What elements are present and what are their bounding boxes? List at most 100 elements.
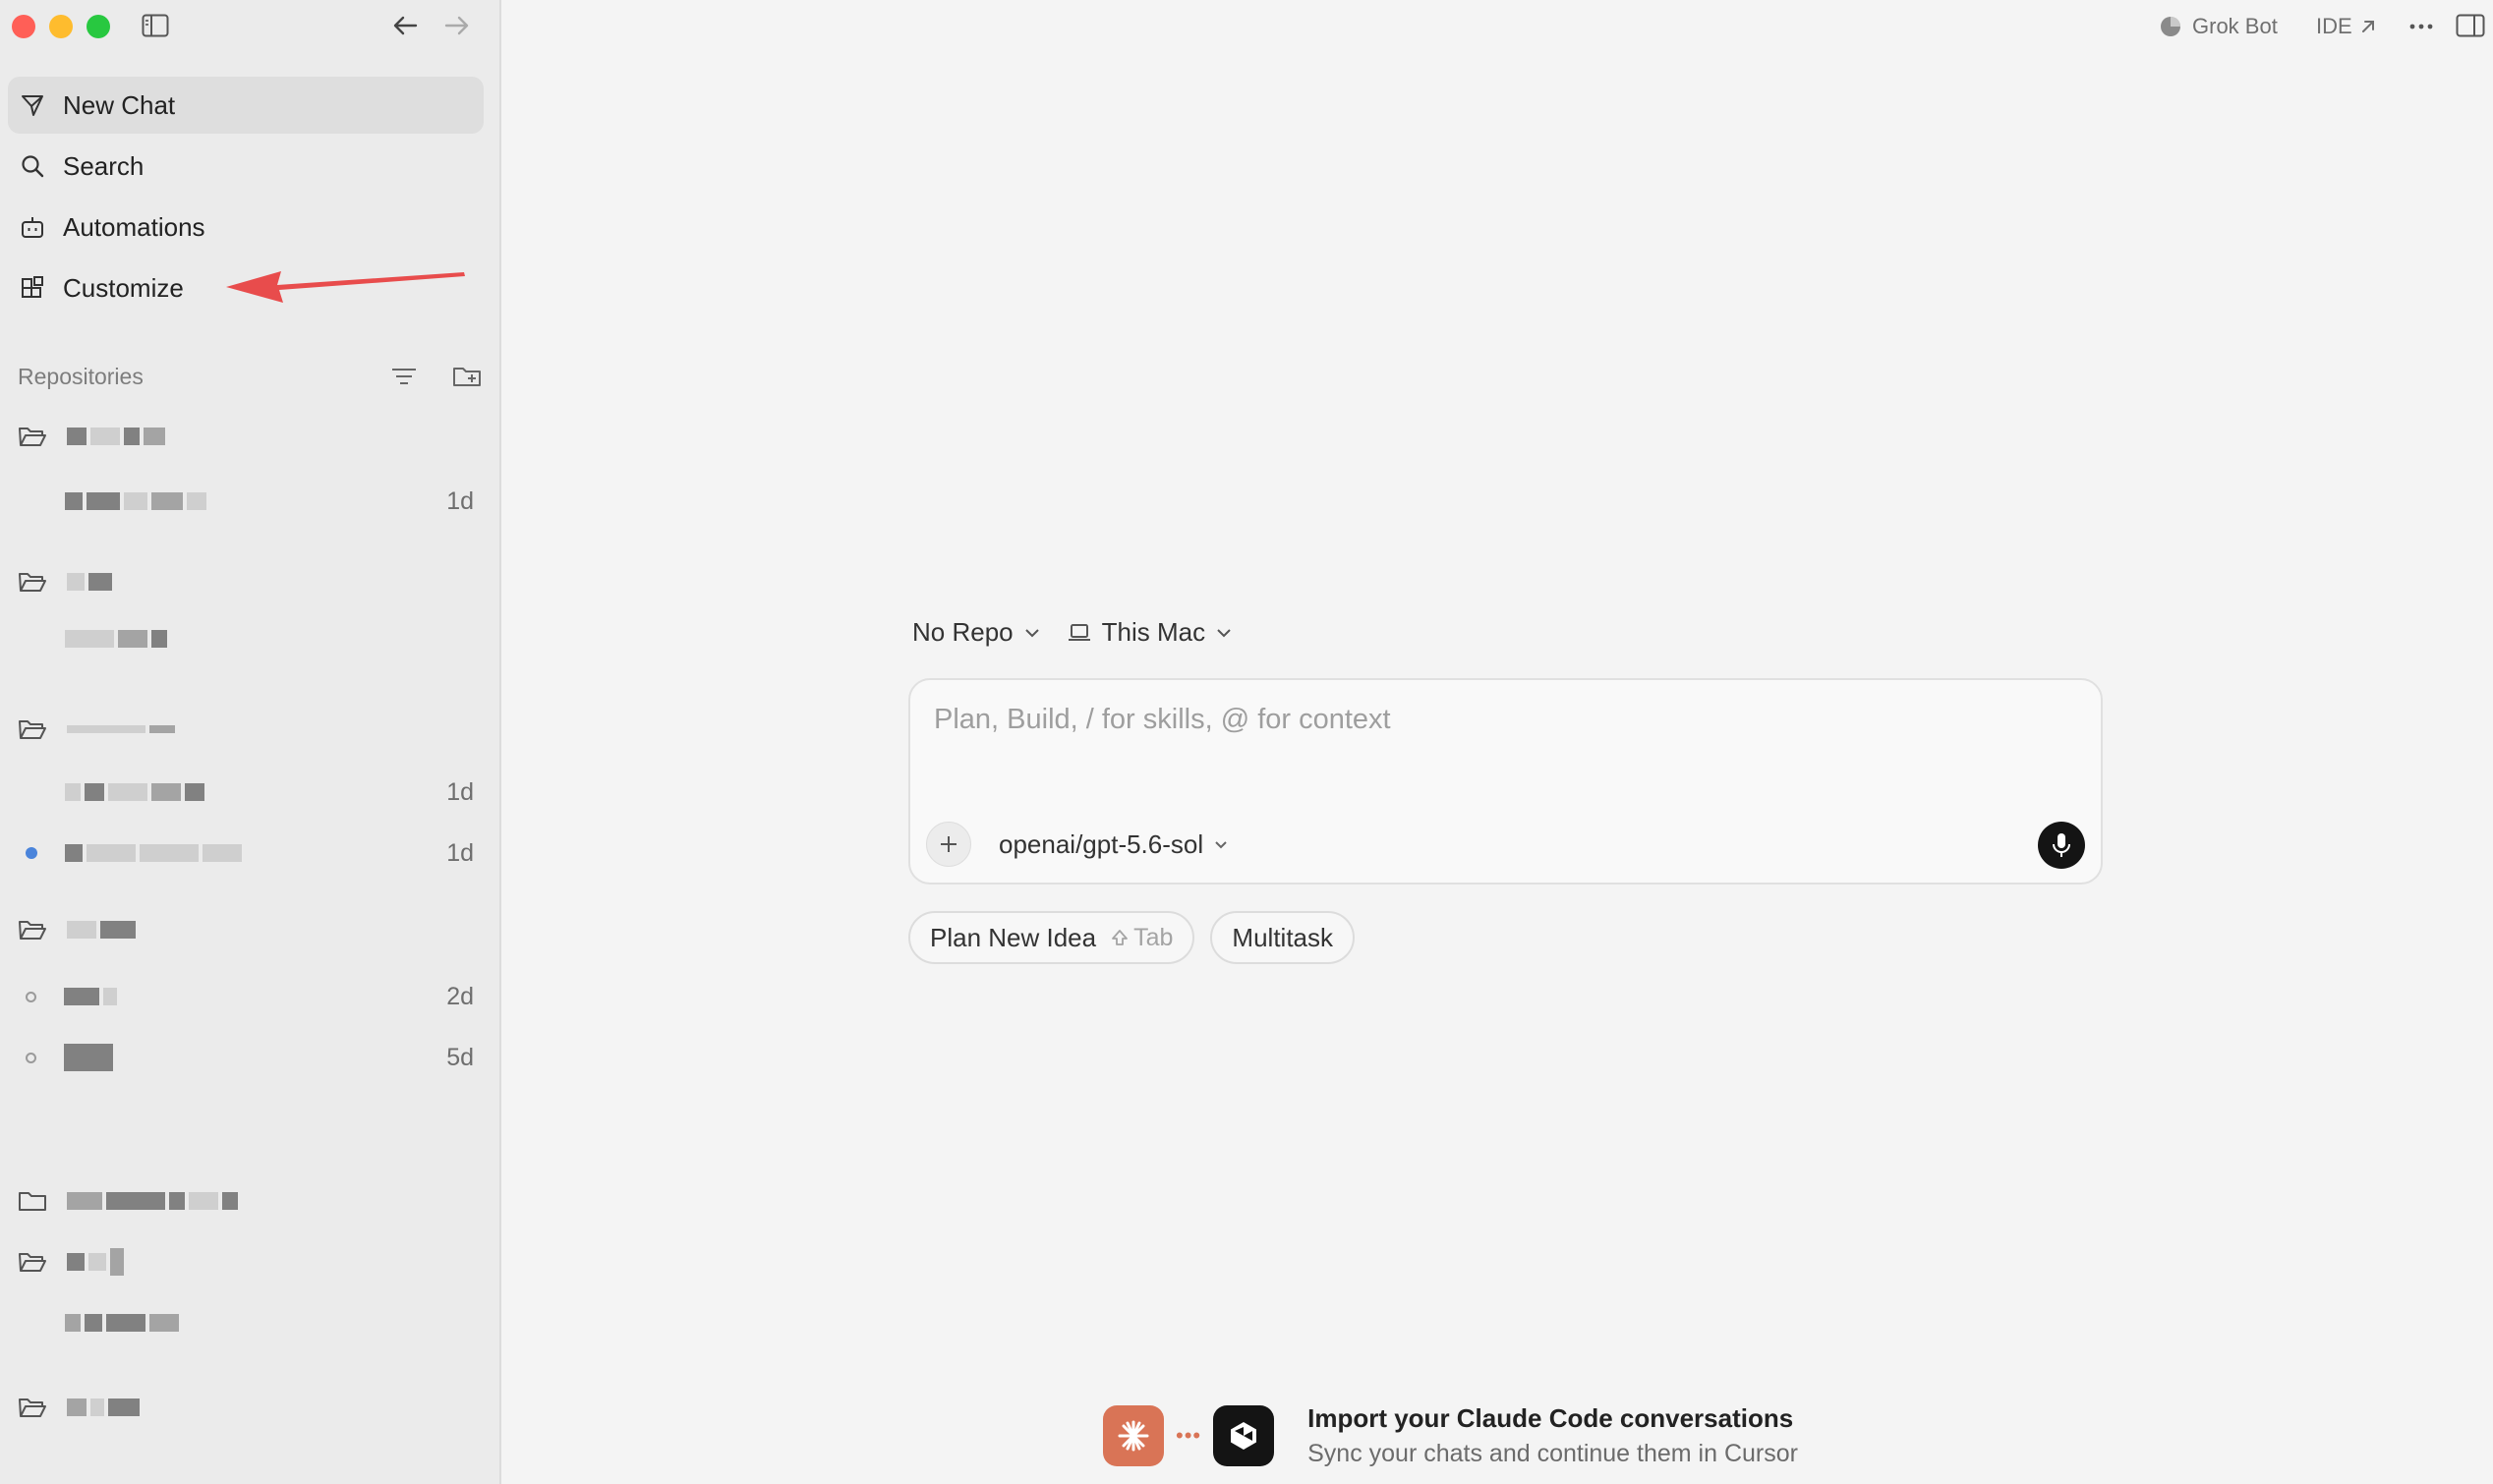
machine-selector-label: This Mac [1101,617,1206,647]
multitask-label: Multitask [1232,922,1333,952]
repo-folder-row[interactable] [18,710,474,749]
folder-open-icon [19,573,46,592]
chat-row[interactable]: 2d [18,977,474,1016]
redacted-text [67,1248,124,1276]
minimize-window-button[interactable] [49,15,73,38]
redacted-text [65,492,206,510]
import-banner[interactable]: ••• Import your Claude Code conversation… [1103,1403,1798,1468]
folder-open-icon [19,1253,46,1272]
forward-arrow-icon[interactable] [440,12,472,39]
status-circle-icon [26,991,36,1002]
more-options-icon[interactable] [2405,12,2438,41]
window-controls [12,15,110,38]
shortcut-hint: Tab [1110,924,1173,952]
add-attachment-button[interactable] [926,822,971,867]
sidebar-toggle-icon[interactable] [142,14,169,37]
redacted-text [67,1192,238,1210]
folder-open-icon [19,1398,46,1417]
plan-new-idea-button[interactable]: Plan New Idea Tab [908,911,1195,964]
prompt-input[interactable]: Plan, Build, / for skills, @ for context [934,704,1391,736]
blocks-icon [18,273,47,303]
send-icon [18,90,47,120]
search-button[interactable]: Search [8,138,484,195]
redacted-text [64,988,117,1005]
chevron-down-icon [1215,840,1227,848]
close-window-button[interactable] [12,15,35,38]
repositories-header: Repositories [18,360,484,393]
plan-label: Plan New Idea [930,922,1097,952]
redacted-text [67,573,112,591]
grok-label: Grok Bot [2192,14,2278,38]
chat-row[interactable]: 1d [18,482,474,521]
redacted-text [65,1314,179,1332]
folder-open-icon [19,428,46,446]
right-panel-toggle-icon[interactable] [2456,14,2485,37]
redacted-text [67,428,165,445]
repo-folder-row[interactable] [18,417,474,456]
chat-time: 1d [446,838,474,867]
model-label: openai/gpt-5.6-sol [999,829,1204,859]
external-link-icon [2361,21,2374,32]
repo-folder-row[interactable] [18,1242,474,1282]
claude-logo-icon [1103,1405,1164,1466]
new-folder-icon[interactable] [452,364,484,389]
repo-folder-row[interactable] [18,910,474,949]
chat-row[interactable] [18,619,474,658]
repo-folder-row[interactable] [18,1181,474,1221]
chat-row[interactable]: 1d [18,833,474,873]
import-subtitle: Sync your chats and continue them in Cur… [1307,1440,1798,1467]
redacted-text [65,844,242,862]
ide-button[interactable]: IDE [2316,14,2378,39]
plus-icon [941,836,957,852]
nav-label: New Chat [63,89,176,120]
annotation-arrow [226,271,465,303]
chat-time: 1d [446,486,474,515]
repositories-label: Repositories [18,363,144,389]
repo-folder-row[interactable] [18,562,474,601]
shift-key-icon [1112,930,1129,945]
import-title: Import your Claude Code conversations [1307,1403,1794,1433]
new-chat-button[interactable]: New Chat [8,77,484,134]
chat-time: 5d [446,1043,474,1071]
filter-icon[interactable] [389,364,419,389]
chevron-down-icon [1024,628,1039,637]
search-icon [18,151,47,181]
nav-label: Search [63,150,145,181]
robot-icon [18,212,47,242]
nav-label: Customize [63,272,184,303]
quick-action-chips: Plan New Idea Tab Multitask [908,911,1355,964]
composer-selectors: No Repo This Mac [912,617,1233,648]
nav-label: Automations [63,211,205,242]
voice-input-button[interactable] [2038,822,2085,869]
chat-row[interactable]: 5d [18,1038,474,1077]
import-text: Import your Claude Code conversations Sy… [1307,1403,1798,1468]
repo-folder-row[interactable] [18,1388,474,1427]
redacted-text [67,921,136,939]
redacted-text [65,783,204,801]
chat-composer[interactable]: Plan, Build, / for skills, @ for context… [908,678,2103,885]
machine-selector[interactable]: This Mac [1067,617,1233,648]
multitask-button[interactable]: Multitask [1210,911,1355,964]
unread-indicator [26,847,37,859]
laptop-icon [1068,623,1090,641]
folder-open-icon [19,921,46,940]
chat-row[interactable] [18,1303,474,1342]
redacted-text [64,1044,113,1071]
microphone-icon [2053,833,2070,857]
cursor-logo-icon [1213,1405,1275,1466]
status-circle-icon [26,1052,36,1063]
folder-open-icon [19,720,46,739]
shortcut-key: Tab [1133,923,1174,951]
chat-time: 1d [446,777,474,806]
status-pie-icon [2161,17,2180,36]
redacted-text [67,725,175,733]
repo-selector[interactable]: No Repo [912,617,1041,648]
redacted-text [65,630,167,648]
zoom-window-button[interactable] [87,15,110,38]
model-selector[interactable]: openai/gpt-5.6-sol [999,829,1229,860]
ide-label: IDE [2316,14,2352,38]
back-arrow-icon[interactable] [390,12,422,39]
grok-bot-button[interactable]: Grok Bot [2159,14,2278,39]
automations-button[interactable]: Automations [8,199,484,256]
chat-row[interactable]: 1d [18,772,474,812]
